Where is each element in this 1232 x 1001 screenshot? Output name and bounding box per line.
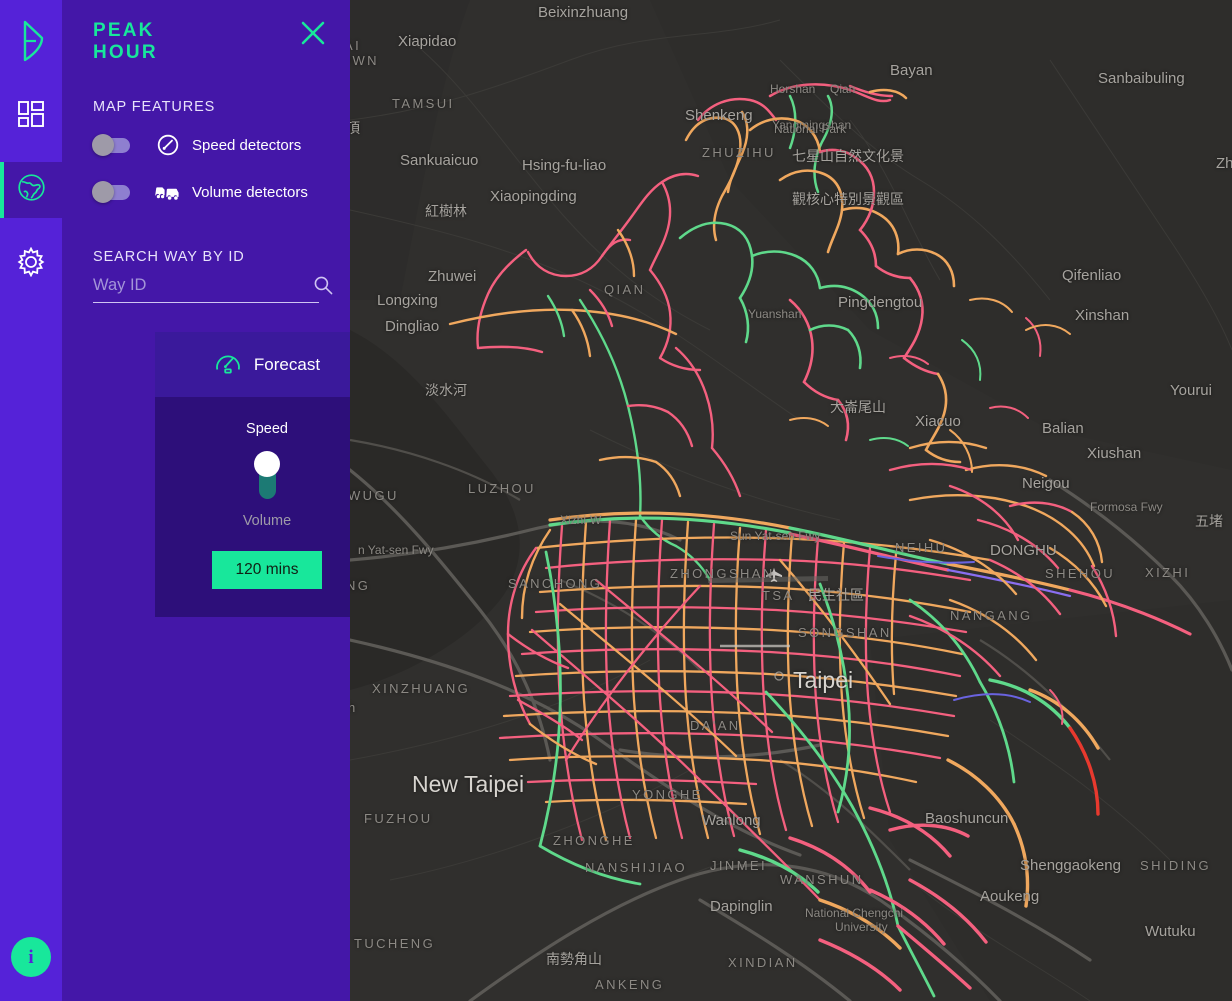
forecast-mode-slider[interactable] [254,451,280,501]
forecast-card: Forecast Speed Volume 120 mins [155,332,379,617]
svg-text:HOUR: HOUR [93,42,158,63]
search-input[interactable] [93,275,313,295]
forecast-duration-button[interactable]: 120 mins [211,551,323,589]
map-features-title: MAP FEATURES [93,99,216,115]
forecast-title: Forecast [253,354,321,374]
speed-detectors-switch[interactable] [92,134,130,156]
search-field-wrapper [93,275,333,303]
slider-handle[interactable] [254,451,280,477]
forecast-mode-volume[interactable]: Volume [243,513,291,529]
globe-icon [17,173,46,207]
peakhour-leaf-logo-icon [0,14,62,70]
gear-icon [16,246,46,282]
dashboard-grid-icon [17,100,45,133]
svg-text:PEAK: PEAK [93,20,155,41]
toggle-row-speed-detectors[interactable]: Speed detectors [62,134,350,156]
side-panel: PEAK HOUR MAP FEATURES Speed detectors V… [62,0,379,1001]
forecast-card-header: Forecast [155,332,379,397]
app-root: i PEAK HOUR MAP FEATURES Speed detectors… [0,0,1232,1001]
toggle-row-volume-detectors[interactable]: Volume detectors [62,181,350,203]
peakhour-wordmark: PEAK HOUR [93,18,163,64]
two-cars-icon [155,182,181,202]
speedometer-icon [155,134,181,156]
gauge-icon [214,349,242,380]
info-button[interactable]: i [11,937,51,977]
panel-header: PEAK HOUR [62,0,350,64]
switch-knob [92,181,114,203]
speed-detectors-label: Speed detectors [192,136,302,154]
volume-detectors-switch[interactable] [92,181,130,203]
info-button-label: i [28,946,34,968]
switch-knob [92,134,114,156]
close-panel-button[interactable] [298,18,328,48]
close-icon [300,21,326,50]
map-graphics [350,0,1232,1001]
nav-item-map[interactable] [0,162,62,218]
map-canvas[interactable]: BeixinzhuangXiapidaoBayanSanbaibulingAIO… [350,0,1232,1001]
nav-item-dashboard[interactable] [0,88,62,144]
forecast-mode-speed[interactable]: Speed [246,421,288,437]
nav-rail: i [0,0,62,1001]
volume-detectors-label: Volume detectors [192,183,308,201]
forecast-card-body: Speed Volume 120 mins [155,397,379,617]
nav-item-settings[interactable] [0,236,62,292]
search-way-by-id-label: SEARCH WAY BY ID [93,249,245,265]
search-icon[interactable] [313,275,333,295]
